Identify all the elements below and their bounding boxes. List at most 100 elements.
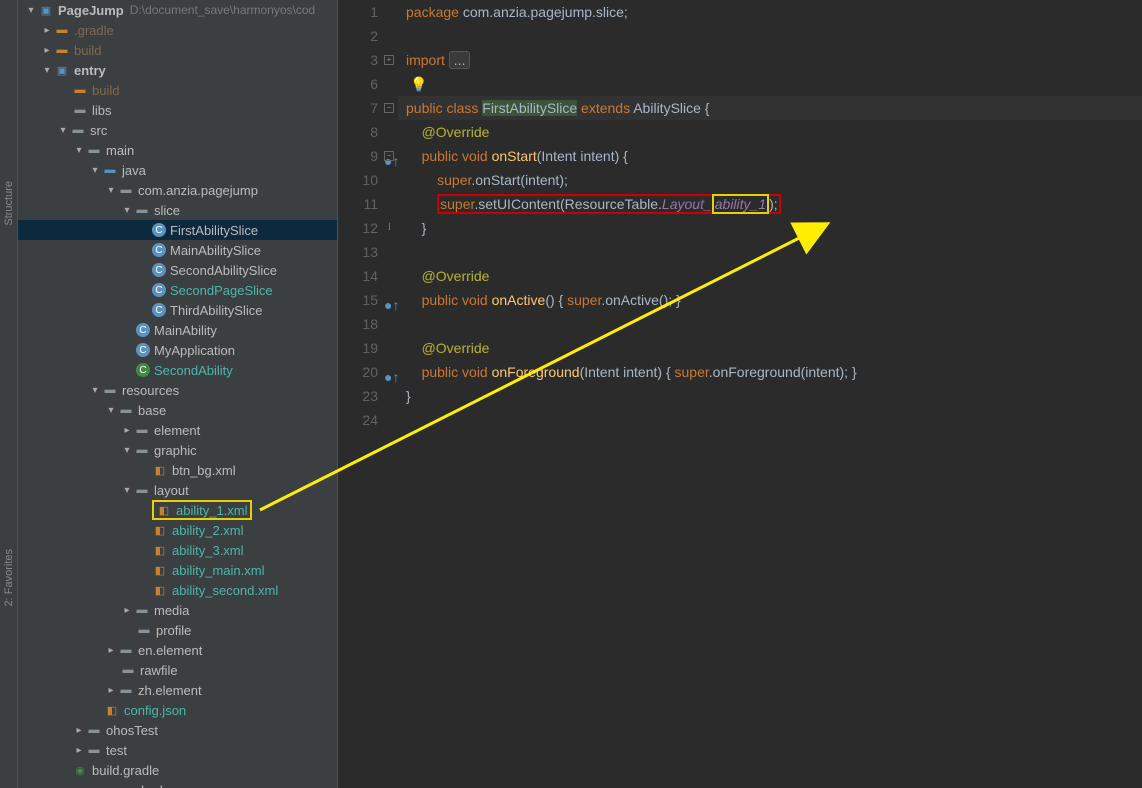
fold-icon[interactable]: − xyxy=(384,151,394,161)
chevron-right-icon[interactable]: ▸ xyxy=(104,685,118,696)
rail-structure[interactable]: Structure xyxy=(3,181,15,226)
chevron-right-icon[interactable]: ▸ xyxy=(40,45,54,56)
chevron-down-icon[interactable]: ▾ xyxy=(104,185,118,196)
module-icon: ▣ xyxy=(38,2,54,18)
chevron-down-icon[interactable]: ▾ xyxy=(120,205,134,216)
xml-icon: ◧ xyxy=(152,462,168,478)
tree-en[interactable]: ▸ ▬ en.element xyxy=(18,640,337,660)
chevron-down-icon[interactable]: ▾ xyxy=(120,445,134,456)
chevron-down-icon[interactable]: ▾ xyxy=(56,125,70,136)
chevron-down-icon[interactable]: ▾ xyxy=(88,165,102,176)
tree-resources[interactable]: ▾ ▬ resources xyxy=(18,380,337,400)
chevron-down-icon[interactable]: ▾ xyxy=(72,145,86,156)
folder-icon: ▬ xyxy=(54,42,70,58)
class-icon: C xyxy=(136,363,150,377)
tree-media[interactable]: ▸ ▬ media xyxy=(18,600,337,620)
folder-icon: ▬ xyxy=(86,722,102,738)
tree-slice[interactable]: ▾ ▬ slice xyxy=(18,200,337,220)
tree-entry[interactable]: ▾ ▣ entry xyxy=(18,60,337,80)
gutter: 1 2 3 6 7 8 9●↑ 10 11 12 13 14 15●↑ 18 1… xyxy=(338,0,398,788)
chevron-right-icon[interactable]: ▸ xyxy=(104,645,118,656)
tree-profile[interactable]: ▬ profile xyxy=(18,620,337,640)
tree-entry-build[interactable]: ▬ build xyxy=(18,80,337,100)
tree-class[interactable]: C ThirdAbilitySlice xyxy=(18,300,337,320)
tree-test[interactable]: ▸ ▬ test xyxy=(18,740,337,760)
tree-build[interactable]: ▸ ▬ build xyxy=(18,40,337,60)
bulb-icon[interactable]: 💡 xyxy=(410,72,427,96)
folder-icon: ▬ xyxy=(134,482,150,498)
tree-class[interactable]: C MainAbilitySlice xyxy=(18,240,337,260)
tree-src[interactable]: ▾ ▬ src xyxy=(18,120,337,140)
tree-main[interactable]: ▾ ▬ main xyxy=(18,140,337,160)
xml-icon: ◧ xyxy=(156,502,172,518)
tree-class[interactable]: C SecondAbilitySlice xyxy=(18,260,337,280)
xml-icon: ◧ xyxy=(152,582,168,598)
tree-xml[interactable]: ◧ btn_bg.xml xyxy=(18,460,337,480)
tree-gradle[interactable]: ▸ ▬ .gradle xyxy=(18,20,337,40)
class-icon: C xyxy=(136,343,150,357)
chevron-down-icon[interactable]: ▾ xyxy=(88,385,102,396)
folder-icon: ▬ xyxy=(86,142,102,158)
folder-icon: ▬ xyxy=(118,402,134,418)
folder-icon: ▬ xyxy=(118,642,134,658)
tree-config[interactable]: ◧ config.json xyxy=(18,700,337,720)
override-icon: ●↑ xyxy=(384,365,396,377)
tree-xml-highlighted[interactable]: ◧ ability_1.xml xyxy=(18,500,337,520)
rail-favorites[interactable]: 2: Favorites xyxy=(3,549,15,606)
tree-base[interactable]: ▾ ▬ base xyxy=(18,400,337,420)
chevron-right-icon[interactable]: ▸ xyxy=(120,605,134,616)
tree-xml[interactable]: ◧ ability_2.xml xyxy=(18,520,337,540)
tree-zh[interactable]: ▸ ▬ zh.element xyxy=(18,680,337,700)
tree-build-gradle[interactable]: ◉ build.gradle xyxy=(18,760,337,780)
folder-icon: ▬ xyxy=(136,622,152,638)
folder-icon: ▬ xyxy=(134,602,150,618)
folder-icon: ▬ xyxy=(70,122,86,138)
folder-icon: ▬ xyxy=(72,82,88,98)
chevron-down-icon[interactable]: ▾ xyxy=(24,5,38,16)
tree-graphic[interactable]: ▾ ▬ graphic xyxy=(18,440,337,460)
chevron-down-icon[interactable]: ▾ xyxy=(120,485,134,496)
class-icon: C xyxy=(136,323,150,337)
chevron-right-icon[interactable]: ▸ xyxy=(40,25,54,36)
tree-xml[interactable]: ◧ ability_second.xml xyxy=(18,580,337,600)
tree-class[interactable]: C SecondPageSlice xyxy=(18,280,337,300)
tree-class[interactable]: C MainAbility xyxy=(18,320,337,340)
folder-icon: ▬ xyxy=(54,22,70,38)
tree-root[interactable]: ▾ ▣ PageJump D:\document_save\harmonyos\… xyxy=(18,0,337,20)
chevron-down-icon[interactable]: ▾ xyxy=(40,65,54,76)
tree-ohos[interactable]: ▸ ▬ ohosTest xyxy=(18,720,337,740)
tool-window-rail: Structure 2: Favorites xyxy=(0,0,18,788)
code-area[interactable]: package com.anzia.pagejump.slice; +impor… xyxy=(398,0,1142,788)
class-icon: C xyxy=(152,303,166,317)
tree-class[interactable]: C SecondAbility xyxy=(18,360,337,380)
tree-xml[interactable]: ◧ ability_3.xml xyxy=(18,540,337,560)
folder-icon: ▬ xyxy=(134,202,150,218)
tree-layout[interactable]: ▾ ▬ layout xyxy=(18,480,337,500)
chevron-down-icon[interactable]: ▾ xyxy=(104,405,118,416)
folder-icon: ▬ xyxy=(120,662,136,678)
code-editor[interactable]: 1 2 3 6 7 8 9●↑ 10 11 12 13 14 15●↑ 18 1… xyxy=(338,0,1142,788)
tree-class[interactable]: C MyApplication xyxy=(18,340,337,360)
folder-icon: ▬ xyxy=(102,382,118,398)
tree-java[interactable]: ▾ ▬ java xyxy=(18,160,337,180)
tree-xml[interactable]: ◧ ability_main.xml xyxy=(18,560,337,580)
tree-package[interactable]: ▾ ▬ com.anzia.pagejump xyxy=(18,180,337,200)
tree-proguard[interactable]: ▫ proguard-rules.pro xyxy=(18,780,337,788)
gradle-icon: ◉ xyxy=(72,762,88,778)
fold-icon[interactable]: + xyxy=(384,55,394,65)
fold-end-icon[interactable]: ⌋ xyxy=(384,223,394,233)
chevron-right-icon[interactable]: ▸ xyxy=(72,725,86,736)
tree-rawfile[interactable]: ▬ rawfile xyxy=(18,660,337,680)
tree-class-first[interactable]: C FirstAbilitySlice xyxy=(18,220,337,240)
class-icon: C xyxy=(152,263,166,277)
fold-icon[interactable]: − xyxy=(384,103,394,113)
chevron-right-icon[interactable]: ▸ xyxy=(120,425,134,436)
class-icon: C xyxy=(152,283,166,297)
override-icon: ●↑ xyxy=(384,293,396,305)
chevron-right-icon[interactable]: ▸ xyxy=(72,745,86,756)
folder-icon: ▬ xyxy=(118,682,134,698)
tree-element[interactable]: ▸ ▬ element xyxy=(18,420,337,440)
class-icon: C xyxy=(152,243,166,257)
tree-libs[interactable]: ▬ libs xyxy=(18,100,337,120)
json-icon: ◧ xyxy=(104,702,120,718)
